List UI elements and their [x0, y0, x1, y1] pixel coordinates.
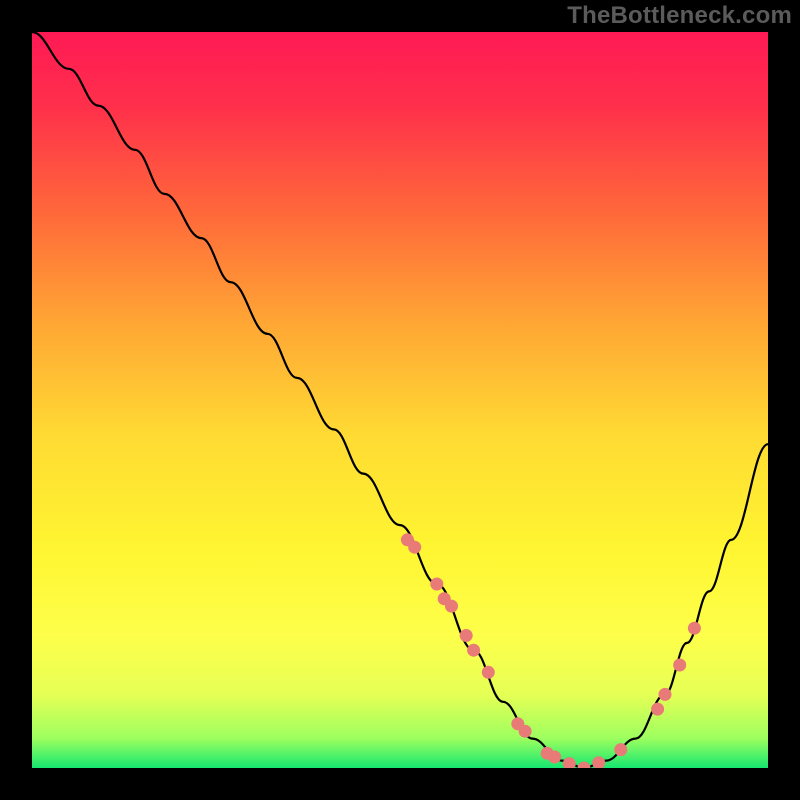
chart-container: TheBottleneck.com [0, 0, 800, 800]
data-marker [673, 659, 686, 672]
data-marker [430, 578, 443, 591]
watermark-text: TheBottleneck.com [567, 2, 792, 30]
data-marker [519, 725, 532, 738]
data-marker [460, 629, 473, 642]
chart-background [32, 32, 768, 768]
data-marker [482, 666, 495, 679]
data-marker [614, 743, 627, 756]
data-marker [688, 622, 701, 635]
bottleneck-chart [32, 32, 768, 768]
data-marker [467, 644, 480, 657]
data-marker [548, 751, 561, 764]
data-marker [651, 703, 664, 716]
data-marker [445, 600, 458, 613]
data-marker [659, 688, 672, 701]
data-marker [408, 541, 421, 554]
